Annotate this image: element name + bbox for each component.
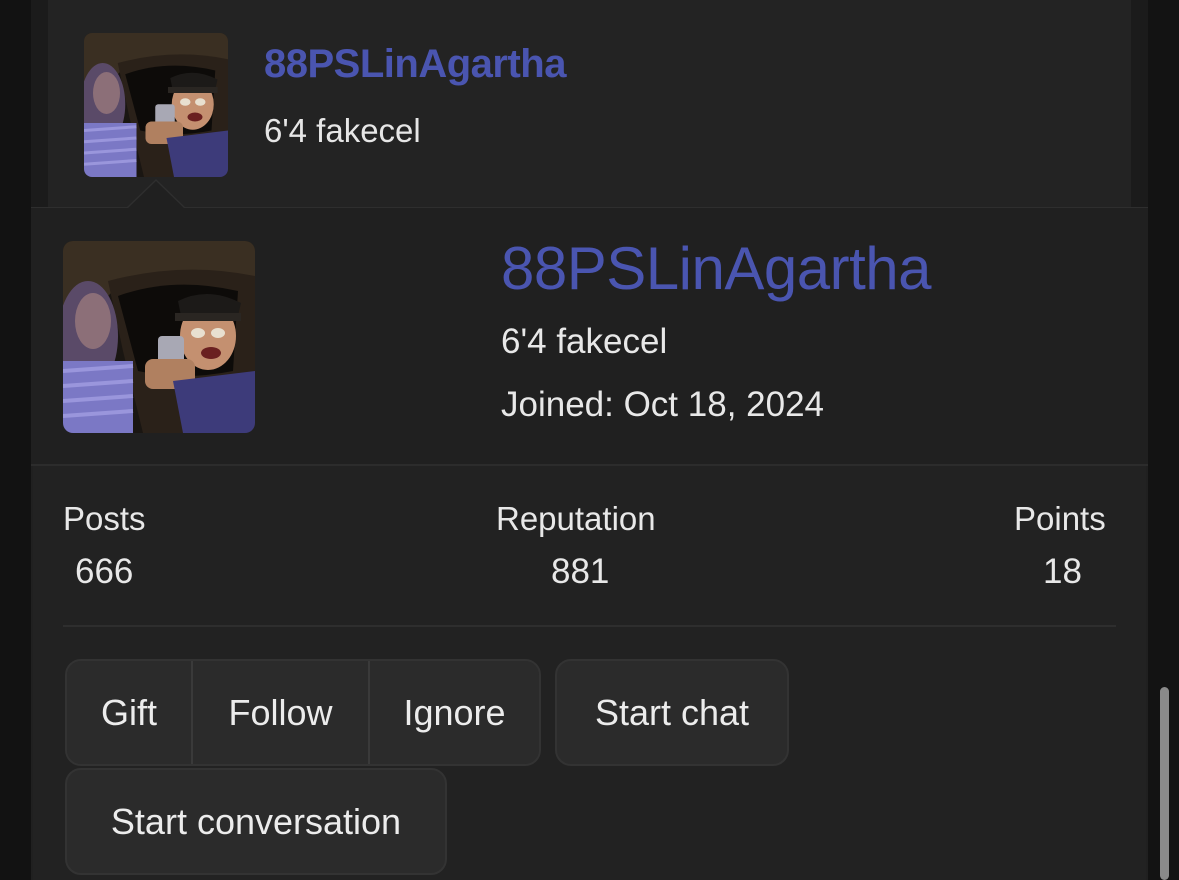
start-conversation-button[interactable]: Start conversation [65,768,447,875]
avatar-image [63,241,255,433]
page: 88PSLinAgartha 6'4 fakecel 88PSLinAgarth… [0,0,1179,880]
stat-label-posts[interactable]: Posts [63,500,146,538]
member-card-joined-date: Joined: Oct 18, 2024 [501,385,824,424]
page-gutter-left [0,0,31,880]
ignore-button[interactable]: Ignore [368,661,539,764]
tooltip-arrow-inner [127,181,185,209]
member-card: 88PSLinAgartha 6'4 fakecel Joined: Oct 1… [31,207,1148,880]
gift-button[interactable]: Gift [67,661,191,764]
stat-value-posts[interactable]: 666 [75,552,133,592]
member-card-username-link[interactable]: 88PSLinAgartha [501,234,932,303]
follow-button[interactable]: Follow [191,661,368,764]
stat-value-points[interactable]: 18 [1043,552,1082,592]
stat-label-points[interactable]: Points [1014,500,1106,538]
member-card-user-title: 6'4 fakecel [501,322,668,361]
member-action-button-group: Gift Follow Ignore [65,659,541,766]
post-user-title: 6'4 fakecel [264,112,421,149]
stat-label-reputation[interactable]: Reputation [496,500,656,538]
post-avatar[interactable] [84,33,228,177]
stat-value-reputation[interactable]: 881 [551,552,609,592]
member-card-avatar[interactable] [63,241,255,433]
post-username-link[interactable]: 88PSLinAgartha [264,42,566,87]
avatar-image [84,33,228,177]
vertical-scrollbar[interactable] [1160,687,1169,880]
stats-divider [63,625,1116,627]
start-chat-button[interactable]: Start chat [555,659,789,766]
